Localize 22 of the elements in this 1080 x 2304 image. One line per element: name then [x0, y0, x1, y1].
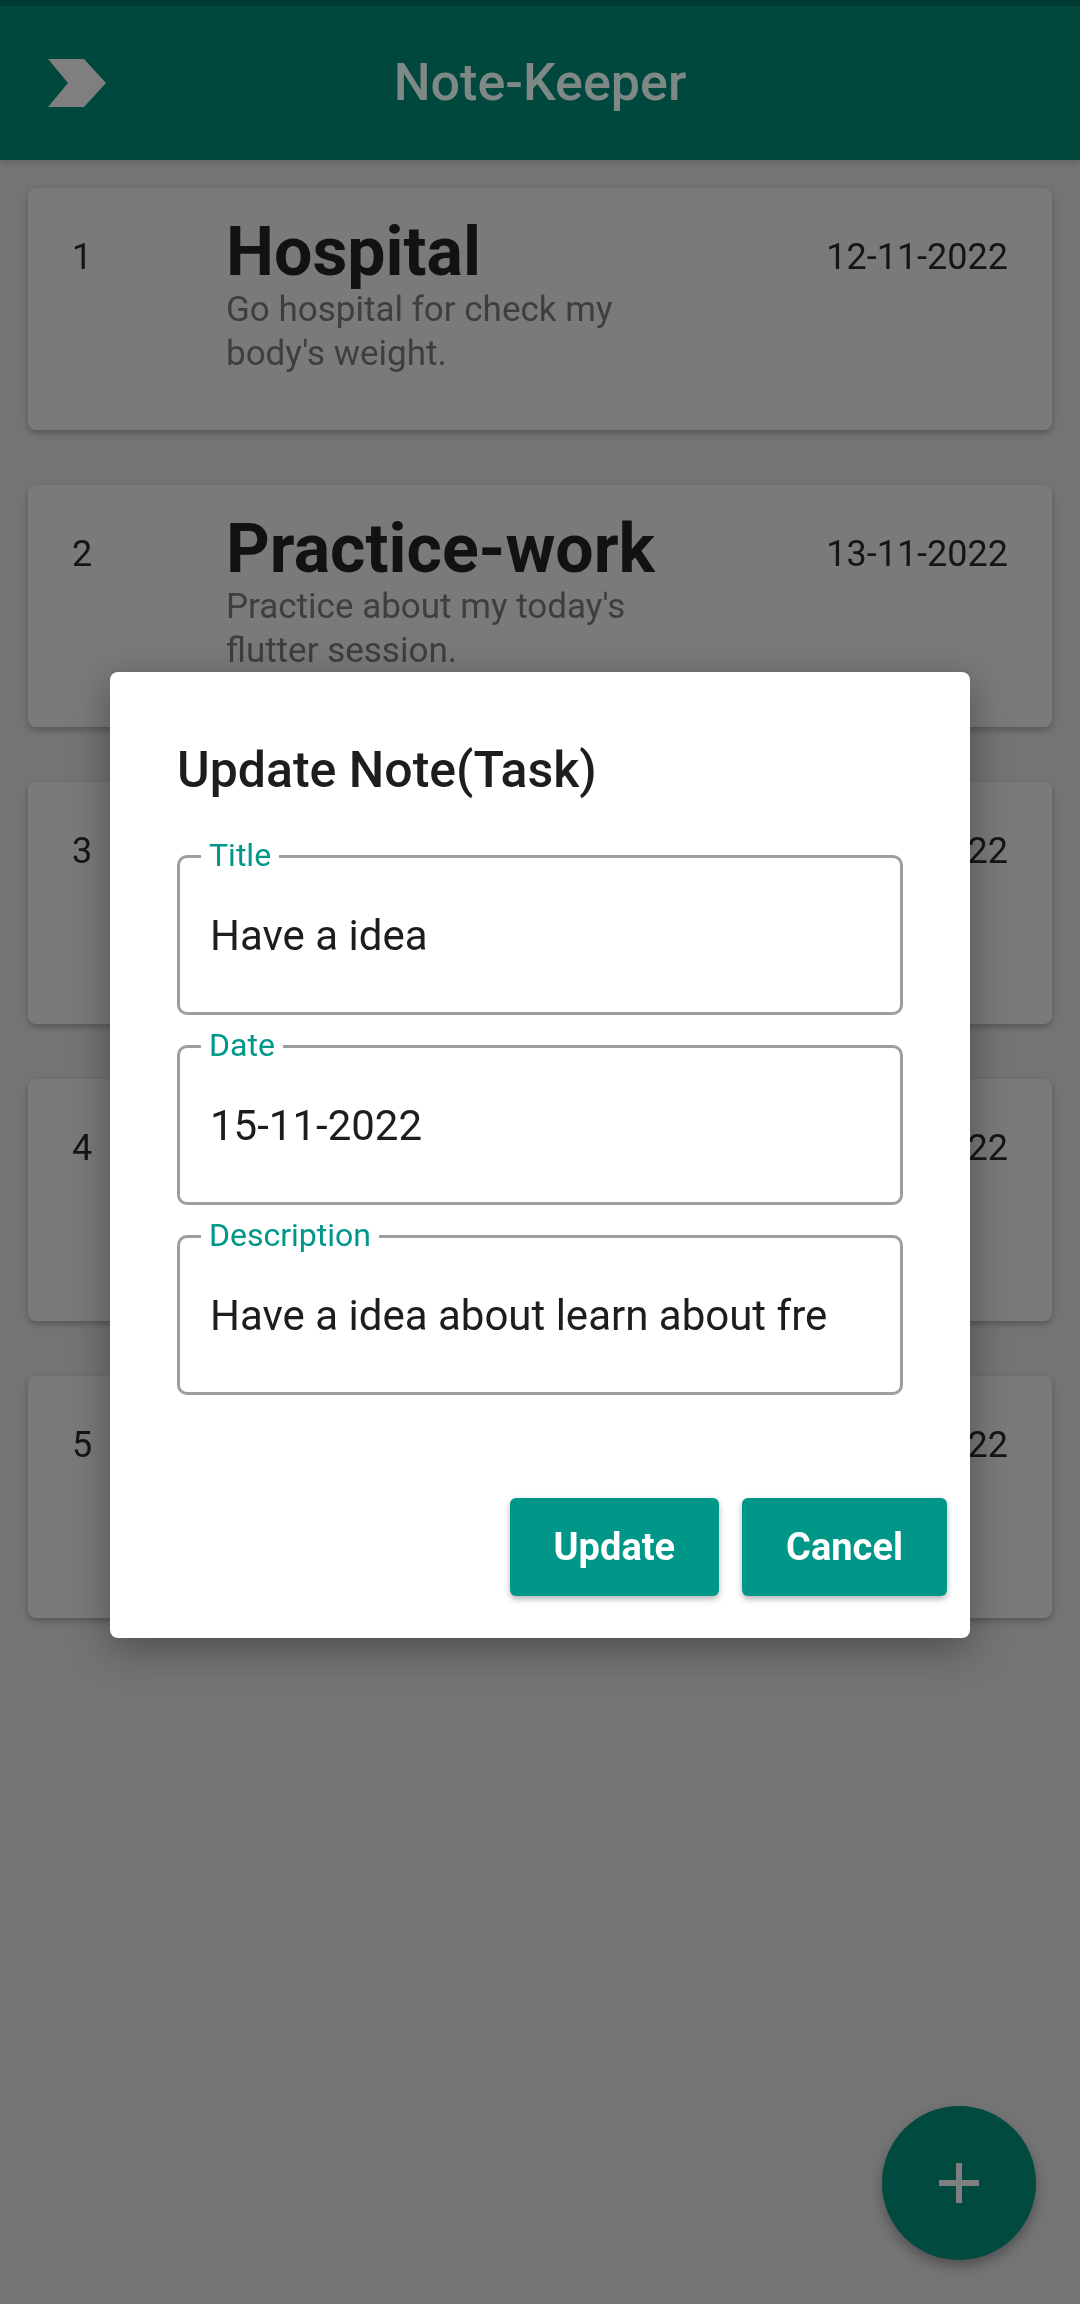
dialog-title: Update Note(Task) — [177, 740, 598, 801]
chevron-icon[interactable] — [48, 59, 106, 107]
note-number: 5 — [71, 1423, 94, 1468]
note-date: 22 — [967, 1126, 1008, 1171]
cancel-button[interactable]: Cancel — [742, 1498, 947, 1596]
note-title: Hospital — [226, 216, 482, 288]
note-number: 1 — [71, 235, 94, 280]
note-card[interactable]: 1 Hospital Go hospital for check my body's weight. 12-11-2022 — [28, 188, 1052, 430]
note-number: 2 — [71, 532, 94, 577]
note-date: 13-11-2022 — [826, 532, 1008, 577]
note-date: 22 — [967, 829, 1008, 874]
note-date: 22 — [967, 1423, 1008, 1468]
note-title: Practice-work — [226, 513, 657, 585]
note-date: 12-11-2022 — [826, 235, 1008, 280]
field-value: Have a idea — [210, 909, 428, 962]
app-title: Note-Keeper — [393, 51, 687, 115]
field-value: Have a idea about learn about fre — [210, 1289, 828, 1342]
plus-icon — [939, 2163, 979, 2203]
field-value: 15-11-2022 — [210, 1099, 423, 1152]
note-description: Go hospital for check my body's weight. — [226, 289, 614, 376]
note-description: Practice about my today's flutter session. — [226, 585, 627, 673]
update-button[interactable]: Update — [509, 1498, 720, 1596]
